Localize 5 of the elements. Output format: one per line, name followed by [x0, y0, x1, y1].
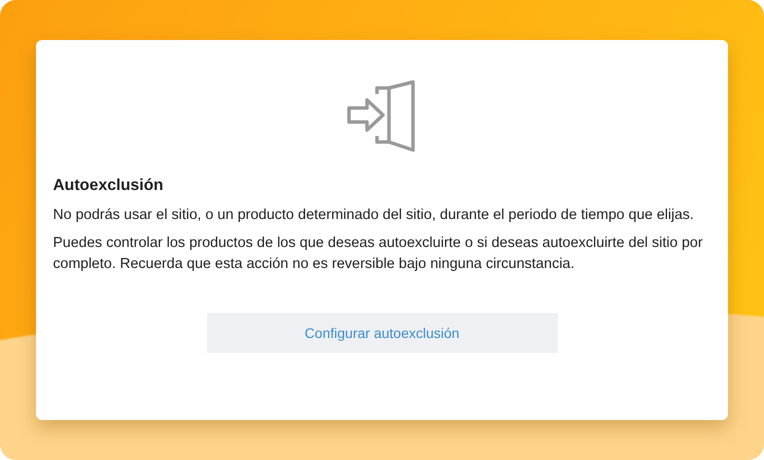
- description-text: No podrás usar el sitio, o un producto determinado del sitio, durante el periodo de tiempo que elijas.: [53, 206, 695, 225]
- configure-button[interactable]: Configurar autoexclusión: [206, 313, 558, 353]
- description-text: Puedes controlar los productos de los que deseas autoexcluirte o si deseas autoexcluirte del sitio por completo. Recuerda que esta acción no es reversible bajo ninguna circunstancia.: [53, 234, 704, 274]
- dialog-title: Autoexclusión: [53, 176, 164, 196]
- exit-door-icon: [347, 80, 417, 152]
